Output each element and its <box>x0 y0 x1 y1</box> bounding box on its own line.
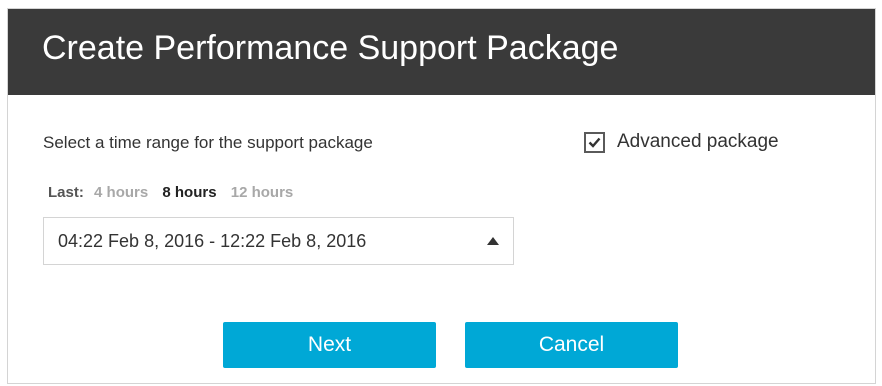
cancel-button[interactable]: Cancel <box>465 322 678 368</box>
range-option-12-hours[interactable]: 12 hours <box>231 184 294 201</box>
advanced-package-label: Advanced package <box>617 131 779 153</box>
next-button[interactable]: Next <box>223 322 436 368</box>
time-range-shortcuts: Last: 4 hours 8 hours 12 hours <box>48 184 303 201</box>
advanced-package-checkbox[interactable] <box>584 132 605 153</box>
create-support-package-dialog: Create Performance Support Package Selec… <box>7 8 876 384</box>
time-range-instruction: Select a time range for the support pack… <box>43 133 373 153</box>
range-option-4-hours[interactable]: 4 hours <box>94 184 148 201</box>
advanced-package-option[interactable]: Advanced package <box>584 126 779 158</box>
time-range-value: 04:22 Feb 8, 2016 - 12:22 Feb 8, 2016 <box>58 231 366 252</box>
dialog-title: Create Performance Support Package <box>42 29 618 68</box>
last-label: Last: <box>48 184 84 201</box>
time-range-select[interactable]: 04:22 Feb 8, 2016 - 12:22 Feb 8, 2016 <box>43 217 514 265</box>
caret-up-icon <box>487 237 499 245</box>
dialog-title-bar: Create Performance Support Package <box>8 9 875 95</box>
range-option-8-hours[interactable]: 8 hours <box>162 184 216 201</box>
check-icon <box>588 137 601 148</box>
